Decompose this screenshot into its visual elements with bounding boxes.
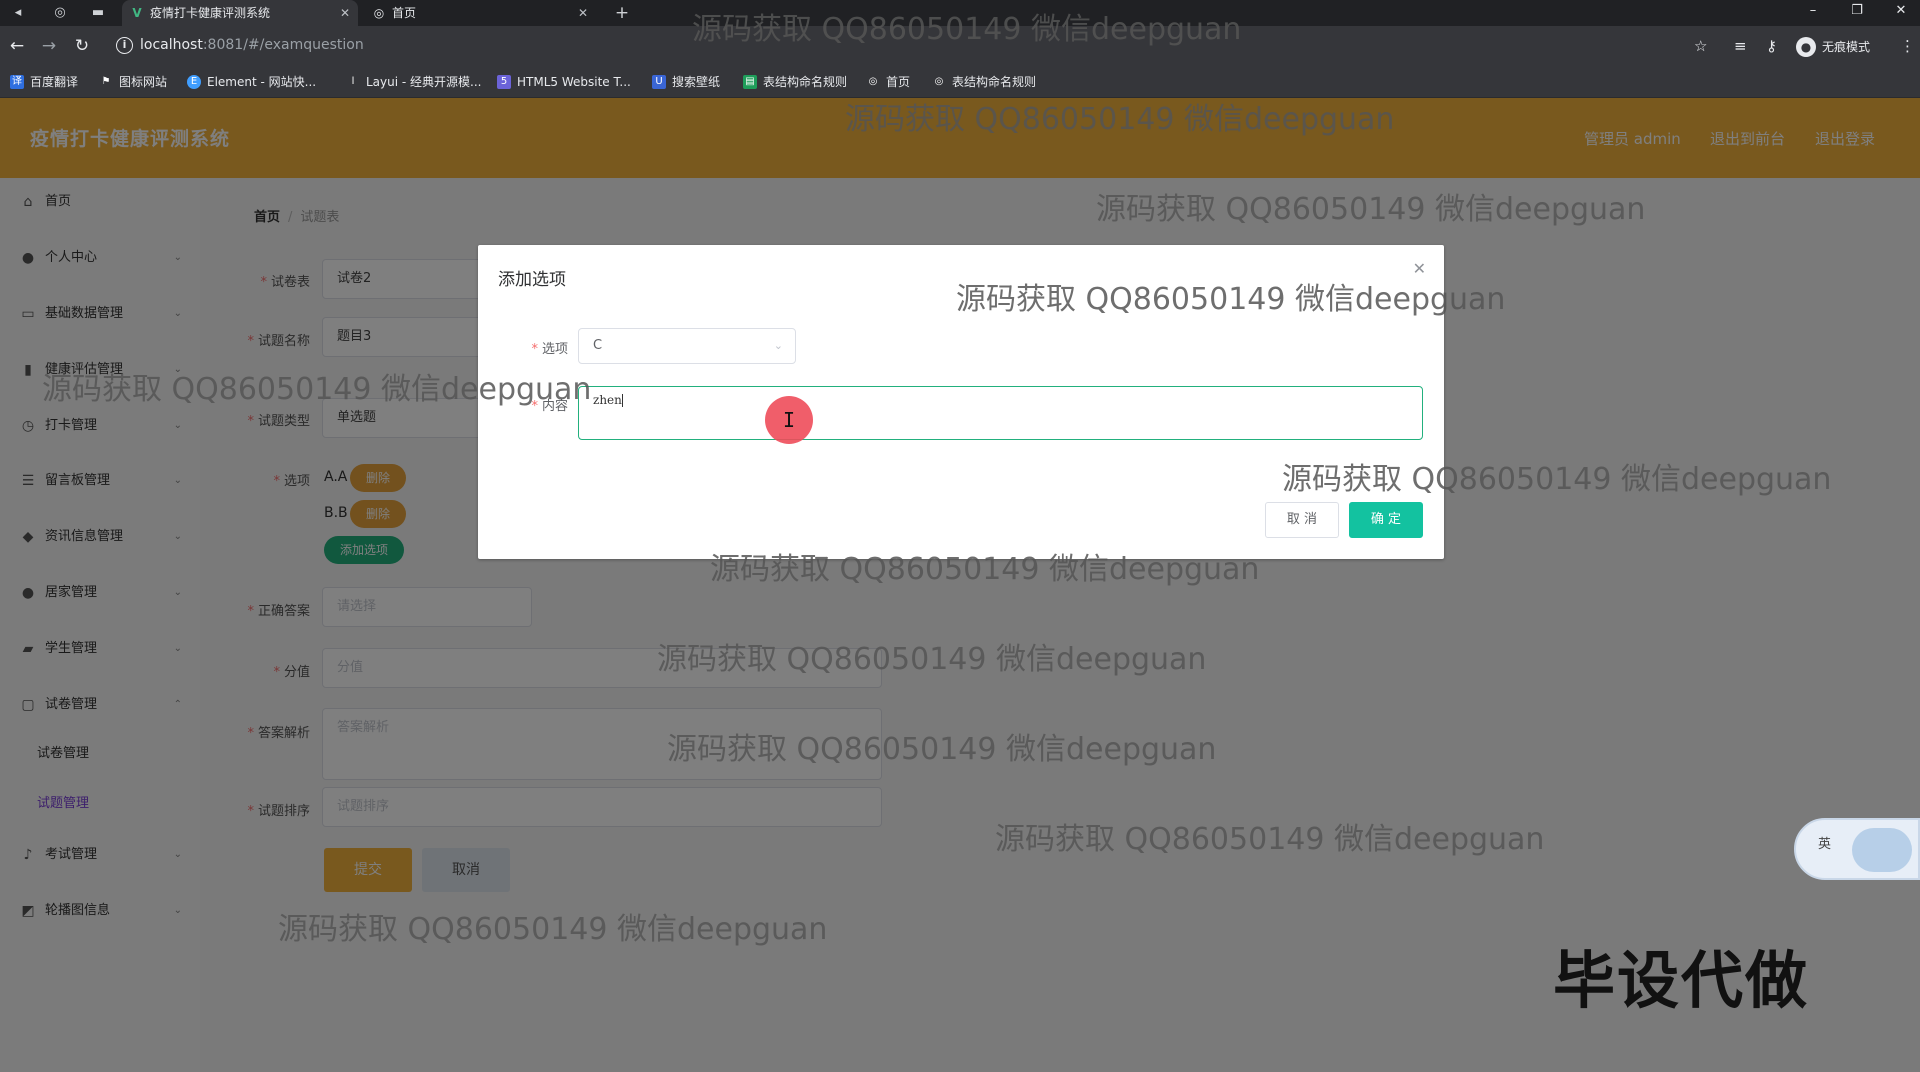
bookmark-item[interactable]: E Element - 网站快... <box>187 74 316 90</box>
restore-icon[interactable]: ❐ <box>1834 0 1880 26</box>
star-icon[interactable]: ☆ <box>1694 35 1707 57</box>
url-text[interactable]: localhost:8081/#/examquestion <box>140 37 364 53</box>
promo-badge-text: 毕设代做 <box>1553 944 1810 1017</box>
menu-dots-icon[interactable]: ⋮ <box>1900 35 1915 57</box>
sheet-icon: ▤ <box>743 75 757 89</box>
ime-widget[interactable]: 英 <box>1794 818 1920 880</box>
window-icon[interactable]: ▬ <box>88 3 108 23</box>
dialog-cancel-button[interactable]: 取 消 <box>1265 502 1339 538</box>
watermark: 源码获取 QQ86050149 微信deepguan <box>667 732 1217 767</box>
browser-tab-active[interactable]: V 疫情打卡健康评测系统 ✕ <box>122 0 358 26</box>
info-icon[interactable]: i <box>116 37 133 54</box>
text-cursor-icon: I <box>782 408 796 432</box>
watermark: 源码获取 QQ86050149 微信deepguan <box>710 552 1260 587</box>
bookmark-item[interactable]: U 搜索壁纸 <box>652 74 720 90</box>
key-icon[interactable]: ⚷ <box>1766 35 1777 57</box>
globe-icon: ◎ <box>373 6 385 20</box>
globe-icon: ◎ <box>868 76 878 87</box>
ime-mascot-icon <box>1852 828 1912 872</box>
flag-icon: ⚑ <box>101 76 111 87</box>
layui-logo-icon: l <box>351 76 355 87</box>
bookmark-item[interactable]: l Layui - 经典开源模... <box>346 74 482 90</box>
minimize-icon[interactable]: – <box>1790 0 1836 26</box>
wallpaper-icon: U <box>652 75 666 89</box>
reading-list-icon[interactable]: ≡ <box>1734 35 1747 57</box>
watermark: 源码获取 QQ86050149 微信deepguan <box>692 12 1242 47</box>
reload-icon[interactable]: ↻ <box>71 35 93 57</box>
new-tab-icon[interactable]: + <box>612 3 632 23</box>
forward-icon[interactable]: → <box>38 35 60 57</box>
tab-title: 首页 <box>392 6 417 20</box>
globe-icon: ◎ <box>934 76 944 87</box>
watermark: 源码获取 QQ86050149 微信deepguan <box>1282 462 1832 497</box>
browser-tab[interactable]: ◎ 首页 ✕ <box>364 0 596 26</box>
close-tab-icon[interactable]: ✕ <box>578 0 588 26</box>
watermark: 源码获取 QQ86050149 微信deepguan <box>42 372 592 407</box>
close-window-icon[interactable]: ✕ <box>1878 0 1920 26</box>
incognito-icon: ● <box>1796 37 1816 57</box>
bookmark-item[interactable]: ◎ 表结构命名规则 <box>932 74 1036 90</box>
element-logo-icon: E <box>187 75 201 89</box>
html5-icon: 5 <box>497 75 511 89</box>
watermark: 源码获取 QQ86050149 微信deepguan <box>956 282 1506 317</box>
watermark: 源码获取 QQ86050149 微信deepguan <box>995 822 1545 857</box>
option-select-value: C <box>593 338 603 353</box>
content-textarea[interactable]: zhen <box>578 386 1423 440</box>
bookmark-item[interactable]: 译百度翻译 <box>10 74 78 90</box>
watermark: 源码获取 QQ86050149 微信deepguan <box>845 102 1395 137</box>
bookmark-item[interactable]: ◎ 首页 <box>866 74 910 90</box>
dialog-title: 添加选项 <box>498 270 566 290</box>
option-select[interactable]: C ⌄ <box>578 328 796 364</box>
option-select-label: * 选项 <box>531 342 568 357</box>
text-caret <box>621 394 623 407</box>
chevron-down-icon: ⌄ <box>773 339 783 352</box>
speaker-icon[interactable]: ◂ <box>8 3 28 23</box>
incognito-indicator[interactable]: ● 无痕模式 <box>1796 35 1870 59</box>
content-text: zhen <box>593 393 622 407</box>
watermark: 源码获取 QQ86050149 微信deepguan <box>657 642 1207 677</box>
dialog-confirm-button[interactable]: 确 定 <box>1349 502 1423 538</box>
ime-lang: 英 <box>1818 837 1832 852</box>
incognito-label: 无痕模式 <box>1822 40 1871 54</box>
translate-icon: 译 <box>10 75 24 89</box>
globe-icon[interactable]: ◎ <box>50 3 70 23</box>
tab-title: 疫情打卡健康评测系统 <box>150 6 271 20</box>
vue-logo-icon: V <box>132 6 142 20</box>
watermark: 源码获取 QQ86050149 微信deepguan <box>1096 192 1646 227</box>
close-tab-icon[interactable]: ✕ <box>340 0 350 26</box>
back-icon[interactable]: ← <box>6 35 28 57</box>
bookmark-item[interactable]: ▤ 表结构命名规则 <box>743 74 847 90</box>
bookmark-item[interactable]: 5 HTML5 Website T... <box>497 74 631 90</box>
watermark: 源码获取 QQ86050149 微信deepguan <box>278 912 828 947</box>
bookmark-item[interactable]: ⚑ 图标网站 <box>99 74 168 90</box>
